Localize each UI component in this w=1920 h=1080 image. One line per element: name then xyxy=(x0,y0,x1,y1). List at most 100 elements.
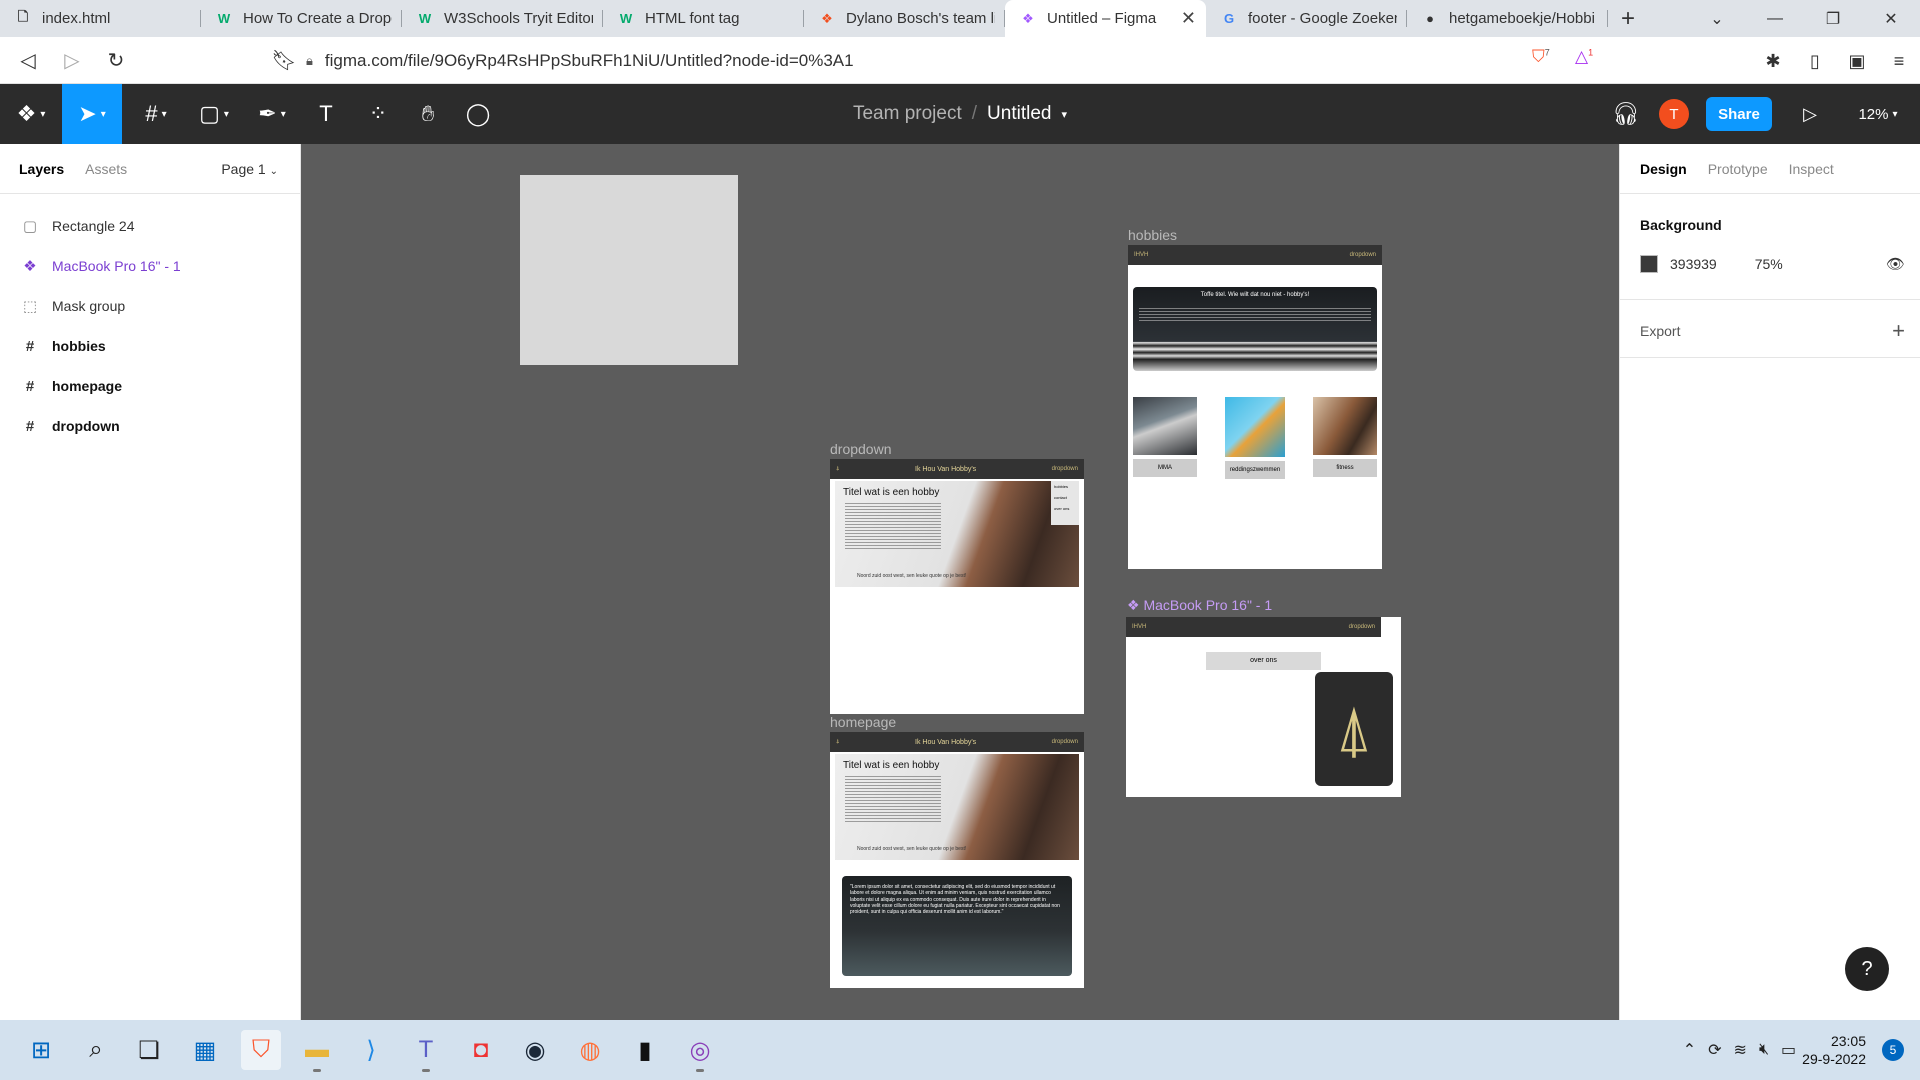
volume-muted-icon[interactable]: 🔇︎ xyxy=(1759,1041,1769,1059)
figma-icon: ❖ xyxy=(821,10,833,26)
tab-assets[interactable]: Assets xyxy=(85,161,127,177)
github-desktop-icon[interactable]: ◎ xyxy=(680,1030,720,1072)
file-name[interactable]: Untitled xyxy=(987,103,1051,125)
layer-homepage[interactable]: # homepage xyxy=(0,366,300,406)
close-window-icon[interactable]: ✕ xyxy=(1862,0,1920,37)
forward-icon[interactable]: ▷ xyxy=(50,40,94,80)
logo-text: IHVH xyxy=(1132,624,1147,630)
frame-macbook-pro[interactable]: IHVH dropdown over ons ⍋ xyxy=(1126,617,1401,797)
frame-dropdown[interactable]: ⍋ Ik Hou Van Hobby's dropdown Titel wat … xyxy=(830,459,1084,714)
file-explorer-icon[interactable]: ▬ xyxy=(297,1030,337,1072)
hobby-item-mma: MMA xyxy=(1133,397,1197,481)
tab-title: HTML font tag xyxy=(645,10,740,27)
background-hex-input[interactable]: 393939 xyxy=(1670,256,1717,272)
browser-tab-dropdown-tutorial[interactable]: W How To Create a Dropd xyxy=(201,0,402,37)
tab-design[interactable]: Design xyxy=(1640,161,1687,177)
start-icon[interactable]: ⊞ xyxy=(21,1030,61,1070)
brave-shield-icon[interactable]: ⛉7 xyxy=(1532,47,1550,67)
zoom-menu[interactable]: 12% ▾ xyxy=(1848,84,1908,144)
frame-label-homepage[interactable]: homepage xyxy=(830,714,896,730)
swimming-image xyxy=(1225,397,1285,457)
help-button[interactable]: ? xyxy=(1845,947,1889,991)
hero-text xyxy=(845,503,941,551)
teams-icon[interactable]: T xyxy=(406,1030,446,1072)
site-nav: ⍋ Ik Hou Van Hobby's dropdown xyxy=(830,732,1084,752)
chevron-down-icon[interactable]: ⌄ xyxy=(1688,0,1746,37)
bookmark-icon[interactable]: 🔖︎ xyxy=(262,40,306,80)
avatar[interactable]: T xyxy=(1659,99,1689,129)
wallet-icon[interactable]: ▣ xyxy=(1836,43,1878,79)
time: 23:05 xyxy=(1830,1033,1866,1049)
headphones-icon: 🎧︎ xyxy=(1612,101,1640,126)
restore-icon[interactable]: ❐ xyxy=(1804,0,1862,37)
layer-mask-group[interactable]: ⬚ Mask group xyxy=(0,286,300,326)
rectangle-24[interactable] xyxy=(520,175,738,365)
office-icon[interactable]: ◘ xyxy=(461,1030,501,1070)
layer-rectangle-24[interactable]: ▢ Rectangle 24 xyxy=(0,206,300,246)
back-icon[interactable]: ◁ xyxy=(6,40,50,80)
present-button[interactable]: ▷ xyxy=(1790,84,1830,144)
browser-tab-font-tag[interactable]: W HTML font tag xyxy=(603,0,804,37)
frame-label-dropdown[interactable]: dropdown xyxy=(830,441,892,457)
background-opacity-input[interactable]: 75% xyxy=(1755,256,1783,272)
minimize-icon[interactable]: — xyxy=(1746,0,1804,37)
add-export-icon[interactable]: + xyxy=(1892,318,1905,344)
frame-hobbies[interactable]: IHVH dropdown Toffe titel. Wie wilt dat … xyxy=(1128,245,1382,569)
frame-homepage[interactable]: ⍋ Ik Hou Van Hobby's dropdown Titel wat … xyxy=(830,732,1084,988)
layer-macbook-pro[interactable]: ❖ MacBook Pro 16" - 1 xyxy=(0,246,300,286)
new-tab-button[interactable]: + xyxy=(1608,0,1648,37)
audio-button[interactable]: 🎧︎ xyxy=(1606,84,1646,144)
browser-tab-tryit[interactable]: W W3Schools Tryit Editor xyxy=(402,0,603,37)
hobbies-card-text xyxy=(1139,308,1371,322)
url-text: figma.com/file/9O6yRp4RsHPpSbuRFh1NiU/Un… xyxy=(324,51,854,70)
browser-tab-google[interactable]: G footer - Google Zoeken xyxy=(1206,0,1407,37)
task-view-icon[interactable]: ❏ xyxy=(129,1030,169,1070)
search-icon[interactable]: ⌕ xyxy=(76,1030,116,1070)
background-swatch[interactable] xyxy=(1640,255,1658,273)
layer-hobbies[interactable]: # hobbies xyxy=(0,326,300,366)
firefox-icon[interactable]: ◍ xyxy=(570,1030,610,1070)
vscode-icon[interactable]: ⟩ xyxy=(351,1030,391,1070)
rectangle-icon: ▢ xyxy=(22,218,38,235)
hero-quote: Noord zuid oost west, sen leuke quote op… xyxy=(857,846,967,852)
store-icon[interactable]: ▦ xyxy=(185,1030,225,1070)
sync-icon[interactable]: ⟳ xyxy=(1708,1040,1721,1060)
battery-icon[interactable]: ▭ xyxy=(1781,1040,1796,1060)
share-button[interactable]: Share xyxy=(1706,97,1772,131)
tab-prototype[interactable]: Prototype xyxy=(1708,161,1768,177)
brave-icon[interactable]: ⛉ xyxy=(241,1030,281,1070)
page-selector[interactable]: Page 1 ⌄ xyxy=(221,161,278,177)
browser-tab-team[interactable]: ❖ Dylano Bosch's team li xyxy=(804,0,1005,37)
mask-icon: ⬚ xyxy=(22,298,38,315)
menu-icon[interactable]: ≡ xyxy=(1878,43,1920,79)
terminal-icon[interactable]: ▮ xyxy=(625,1030,665,1070)
close-icon[interactable]: ✕ xyxy=(1181,8,1196,29)
notification-badge[interactable]: 5 xyxy=(1882,1039,1904,1061)
steam-icon[interactable]: ◉ xyxy=(515,1030,555,1070)
reload-icon[interactable]: ↻ xyxy=(94,40,138,80)
browser-tab-figma[interactable]: ❖ Untitled – Figma ✕ xyxy=(1005,0,1206,37)
eye-icon[interactable]: 👁︎ xyxy=(1886,255,1905,273)
tab-title: hetgameboekje/Hobbi xyxy=(1449,10,1595,27)
url-field[interactable]: 🔒︎ figma.com/file/9O6yRp4RsHPpSbuRFh1NiU… xyxy=(306,46,1546,76)
brave-rewards-icon[interactable]: △1 xyxy=(1575,47,1593,67)
layer-dropdown[interactable]: # dropdown xyxy=(0,406,300,446)
chevron-down-icon[interactable]: ▾ xyxy=(1061,108,1067,121)
chevron-up-icon[interactable]: ⌃ xyxy=(1683,1040,1696,1060)
tab-layers[interactable]: Layers xyxy=(19,161,64,177)
wifi-icon[interactable]: ≋ xyxy=(1734,1040,1747,1060)
browser-tab-strip: 🗋 index.html W How To Create a Dropd W W… xyxy=(0,0,1920,37)
clock[interactable]: 23:05 29-9-2022 xyxy=(1802,1032,1866,1068)
frame-label-macbook[interactable]: ❖ MacBook Pro 16" - 1 xyxy=(1127,597,1272,614)
tab-inspect[interactable]: Inspect xyxy=(1789,161,1834,177)
extensions-icon[interactable]: ✱ xyxy=(1752,43,1794,79)
project-name[interactable]: Team project xyxy=(853,103,962,125)
background-section-title: Background xyxy=(1640,217,1722,233)
logo-icon: ⍋ xyxy=(836,738,840,745)
sidebar-icon[interactable]: ▯ xyxy=(1794,43,1836,79)
frame-label-hobbies[interactable]: hobbies xyxy=(1128,227,1177,243)
chevron-down-icon: ▾ xyxy=(1892,108,1898,120)
browser-tab-github[interactable]: ● hetgameboekje/Hobbi xyxy=(1407,0,1608,37)
design-canvas[interactable]: hobbies IHVH dropdown Toffe titel. Wie w… xyxy=(301,144,1619,1020)
browser-tab-index[interactable]: 🗋 index.html xyxy=(0,0,201,37)
